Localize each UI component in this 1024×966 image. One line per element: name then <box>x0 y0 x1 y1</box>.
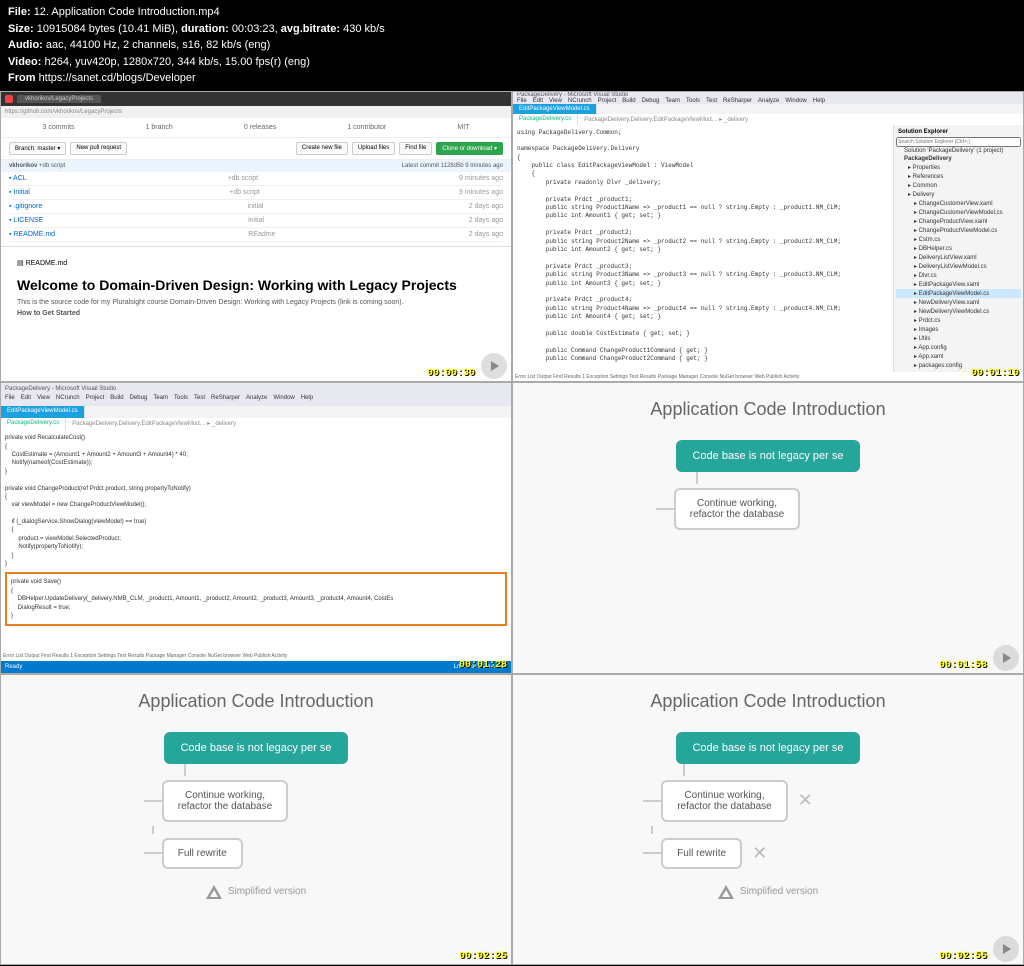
contributors-count[interactable]: 1 contributor <box>347 124 386 131</box>
tree-item[interactable]: ▸ App.xaml <box>896 352 1021 361</box>
highlighted-code-box: private void Save() { DBHelper.UpdateDel… <box>5 572 507 626</box>
file-row[interactable]: ▪ ACL+db script9 minutes ago <box>9 172 503 186</box>
diagram-box-rewrite: Full rewrite <box>162 838 243 869</box>
solution-explorer[interactable]: Solution Explorer Solution 'PackageDeliv… <box>893 125 1023 372</box>
tree-item[interactable]: ▸ EditPackageViewModel.cs <box>896 289 1021 298</box>
tree-item[interactable]: ▸ Prdct.cs <box>896 316 1021 325</box>
opera-icon <box>5 95 13 103</box>
tree-item[interactable]: ▸ NewDeliveryView.xaml <box>896 298 1021 307</box>
code-editor[interactable]: private void RecalculateCost() { CostEst… <box>1 430 511 651</box>
tree-item[interactable]: ▸ ChangeCustomerView.xaml <box>896 199 1021 208</box>
file-row[interactable]: ▪ .gitignoreinitial2 days ago <box>9 200 503 214</box>
thumbnail-vs-editor: PackageDelivery - Microsoft Visual Studi… <box>512 91 1024 383</box>
menu-item[interactable]: Project <box>86 395 105 406</box>
tree-item[interactable]: ▸ App.config <box>896 343 1021 352</box>
thumbnail-diagram-3: Application Code Introduction Code base … <box>512 674 1024 966</box>
timestamp: 00:01:28 <box>459 660 507 671</box>
explorer-search[interactable] <box>896 137 1021 147</box>
menu-item[interactable]: Debug <box>130 395 148 406</box>
browser-tab[interactable]: vkhorikov/LegacyProjects <box>17 95 101 103</box>
play-icon <box>993 936 1019 962</box>
x-icon: ✕ <box>798 790 813 811</box>
new-pr-button[interactable]: New pull request <box>70 142 127 155</box>
triangle-icon <box>206 885 222 899</box>
file-list: ▪ ACL+db script9 minutes ago▪ Initial+db… <box>1 172 511 242</box>
tree-item[interactable]: ▸ Properties <box>896 163 1021 172</box>
thumbnail-diagram-2: Application Code Introduction Code base … <box>0 674 512 966</box>
timestamp: 00:01:58 <box>939 660 987 671</box>
tree-item[interactable]: ▸ Dlvr.cs <box>896 271 1021 280</box>
tree-item[interactable]: ▸ DeliveryListViewModel.cs <box>896 262 1021 271</box>
timestamp: 00:00:30 <box>427 368 475 379</box>
thumbnail-github: vkhorikov/LegacyProjects https://github.… <box>0 91 512 383</box>
file-row[interactable]: ▪ Initial+db script9 minutes ago <box>9 186 503 200</box>
tree-item[interactable]: ▸ EditPackageView.xaml <box>896 280 1021 289</box>
menu-item[interactable]: Test <box>194 395 205 406</box>
menu-item[interactable]: View <box>37 395 50 406</box>
timestamp: 00:01:10 <box>971 368 1019 379</box>
releases-count[interactable]: 0 releases <box>244 124 276 131</box>
tree-item[interactable]: ▸ DeliveryListView.xaml <box>896 253 1021 262</box>
menu-item[interactable]: Window <box>273 395 294 406</box>
upload-button[interactable]: Upload files <box>352 142 395 155</box>
menu-item[interactable]: Team <box>153 395 168 406</box>
menu-item[interactable]: NCrunch <box>56 395 80 406</box>
readme-label: ▤ README.md <box>17 255 495 271</box>
menu-item[interactable]: ReSharper <box>211 395 240 406</box>
tree-item[interactable]: ▸ ChangeCustomerViewModel.cs <box>896 208 1021 217</box>
commits-count[interactable]: 3 commits <box>43 124 75 131</box>
menu-item[interactable]: Tools <box>174 395 188 406</box>
x-icon: ✕ <box>752 843 767 864</box>
breadcrumb[interactable]: PackageDelivery.Delivery.EditPackageView… <box>578 114 1023 125</box>
output-tabs[interactable]: Error List Output Find Results 1 Excepti… <box>513 372 1023 382</box>
timestamp: 00:02:25 <box>459 951 507 962</box>
menu-item[interactable]: Build <box>110 395 123 406</box>
tree-item[interactable]: ▸ Common <box>896 181 1021 190</box>
thumbnail-vs-code: PackageDelivery - Microsoft Visual Studi… <box>0 382 512 674</box>
play-icon <box>481 353 507 379</box>
readme-title: Welcome to Domain-Driven Design: Working… <box>17 277 495 293</box>
readme-desc: This is the source code for my Pluralsig… <box>17 299 495 306</box>
editor-tab[interactable]: EditPackageViewModel.cs <box>1 406 85 418</box>
menu-item[interactable]: Help <box>301 395 313 406</box>
tree-item[interactable]: ▸ Delivery <box>896 190 1021 199</box>
branch-button[interactable]: Branch: master ▾ <box>9 142 66 155</box>
simplified-label: Simplified version <box>206 885 306 899</box>
file-row[interactable]: ▪ LICENSEinitial2 days ago <box>9 214 503 228</box>
file-row[interactable]: ▪ README.mdREadme2 days ago <box>9 228 503 242</box>
tree-item[interactable]: ▸ DBHelper.cs <box>896 244 1021 253</box>
code-editor[interactable]: using PackageDelivery.Common; namespace … <box>513 125 893 372</box>
media-info-header: File: 12. Application Code Introduction.… <box>0 0 1024 91</box>
editor-tab-active[interactable]: EditPackageViewModel.cs <box>513 104 597 114</box>
find-file-button[interactable]: Find file <box>399 142 432 155</box>
tree-item[interactable]: ▸ ChangeProductViewModel.cs <box>896 226 1021 235</box>
tree-item[interactable]: ▸ NewDeliveryViewModel.cs <box>896 307 1021 316</box>
play-icon <box>993 645 1019 671</box>
menu-item[interactable]: Edit <box>21 395 31 406</box>
clone-button[interactable]: Clone or download ▾ <box>436 142 503 155</box>
tree-item[interactable]: ▸ Cstm.cs <box>896 235 1021 244</box>
create-file-button[interactable]: Create new file <box>296 142 348 155</box>
address-bar[interactable]: https://github.com/vkhorikov/LegacyProje… <box>5 109 122 115</box>
tree-item[interactable]: ▸ Utils <box>896 334 1021 343</box>
editor-subtab[interactable]: PackageDelivery.cs <box>513 114 578 125</box>
readme-section: How to Get Started <box>17 310 80 317</box>
tree-item[interactable]: ▸ Images <box>896 325 1021 334</box>
diagram-box-main: Code base is not legacy per se <box>676 440 859 472</box>
thumbnail-diagram-1: Application Code Introduction Code base … <box>512 382 1024 674</box>
license[interactable]: MIT <box>457 124 469 131</box>
branches-count[interactable]: 1 branch <box>146 124 173 131</box>
diagram-box-option: Continue working, refactor the database <box>674 488 801 530</box>
timestamp: 00:02:55 <box>939 951 987 962</box>
menu-item[interactable]: File <box>5 395 15 406</box>
menu-item[interactable]: Analyze <box>246 395 267 406</box>
tree-item[interactable]: ▸ ChangeProductView.xaml <box>896 217 1021 226</box>
tree-item[interactable]: ▸ References <box>896 172 1021 181</box>
slide-title: Application Code Introduction <box>650 399 885 420</box>
